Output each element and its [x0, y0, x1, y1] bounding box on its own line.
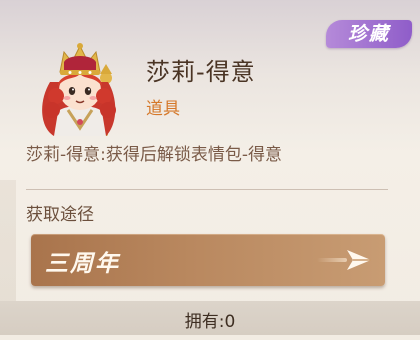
owned-count: 拥有:0 — [184, 312, 236, 332]
item-portrait — [28, 32, 132, 140]
ownership-bar: 拥有:0 — [0, 301, 420, 335]
item-detail-card: 珍藏 莎莉-得意 道具 莎莉-得意:获得后解锁表情包-得意 获取途径 三周年 拥… — [0, 0, 420, 340]
route-label: 三周年 — [45, 250, 120, 277]
item-description: 莎莉-得意:获得后解锁表情包-得意 — [26, 145, 282, 165]
section-divider — [26, 189, 388, 190]
rarity-badge: 珍藏 — [326, 20, 412, 48]
item-name: 莎莉-得意 — [146, 58, 256, 86]
acquisition-route-button[interactable]: 三周年 — [31, 234, 385, 286]
character-avatar-icon — [42, 43, 116, 136]
item-category: 道具 — [146, 99, 180, 119]
paper-plane-arrow-icon — [347, 250, 371, 270]
route-glow-decoration — [317, 258, 347, 262]
acquisition-label: 获取途径 — [26, 205, 94, 225]
